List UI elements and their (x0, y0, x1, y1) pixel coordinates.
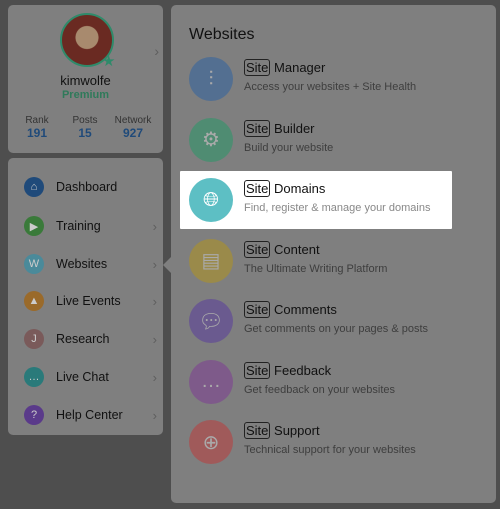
website-tool-feedback[interactable]: … Site Feedback Get feedback on your websi… (171, 353, 496, 411)
sidebar-item-research[interactable]: J Research › (8, 324, 163, 354)
tool-title: Site Builder (244, 119, 315, 137)
sidebar-item-training[interactable]: ▶ Training › (8, 211, 163, 241)
stat-posts: Posts 15 (72, 115, 98, 140)
stat-rank: Rank 191 (25, 115, 49, 140)
help-icon: ? (24, 405, 44, 425)
sidebar-item-label: Dashboard (56, 180, 118, 194)
chevron-right-icon: › (152, 218, 157, 234)
website-tool-manager[interactable]: ⫶ Site Manager Access your websites + Site… (171, 50, 496, 108)
document-icon: ▤ (189, 238, 233, 283)
sidebar-item-help-center[interactable]: ? Help Center › (8, 400, 163, 430)
profile-card[interactable]: ★ › kimwolfe Premium Rank 191 Posts 15 Net… (8, 5, 163, 153)
tool-title: Site Manager (244, 59, 326, 76)
tool-description: Access your websites + Site Health (244, 81, 417, 93)
tool-title: Site Support (244, 422, 320, 439)
site-logo-text: Site (244, 59, 271, 76)
sidebar-nav: ⌂ Dashboard ▶ Training › W Websites › ▲ Live Even… (8, 158, 163, 435)
website-tool-content[interactable]: ▤ Site Content The Ultimate Writing Platfo… (171, 232, 496, 290)
tool-description: Technical support for your websites (244, 444, 416, 456)
broadcast-icon: ▲ (24, 291, 44, 311)
tool-description: Get feedback on your websites (244, 383, 396, 396)
site-logo-text: Site (244, 301, 271, 318)
website-tool-comments[interactable]: 💬︎ Site Comments Get comments on your page… (171, 292, 496, 350)
site-logo-text: Site (244, 422, 271, 439)
home-icon: ⌂ (24, 177, 44, 197)
chat-icon: … (24, 367, 44, 387)
sliders-icon: ⫶ (189, 57, 233, 101)
site-logo-text: Site (244, 240, 271, 258)
tool-title: Site Content (244, 240, 320, 258)
menu-pointer (163, 257, 171, 273)
tool-description: Find, register & manage your domains (244, 202, 431, 214)
chevron-right-icon: › (152, 407, 157, 423)
sidebar-item-label: Help Center (56, 408, 123, 422)
tool-title: Site Feedback (244, 361, 332, 379)
website-tool-domains[interactable]: 🌐︎ Site Domains Find, register & manage yo… (180, 171, 452, 229)
panel-title: Websites (189, 26, 255, 43)
tool-description: Get comments on your pages & posts (244, 323, 429, 335)
sidebar-item-websites[interactable]: W Websites › (8, 249, 163, 279)
sidebar-item-label: Websites (56, 257, 108, 271)
sidebar-item-live-chat[interactable]: … Live Chat › (8, 362, 163, 392)
tool-description: Build your website (244, 141, 334, 154)
comments-icon: 💬︎ (189, 299, 233, 343)
research-icon: J (24, 329, 44, 349)
gear-icon: ⚙ (189, 117, 233, 162)
site-logo-text: Site (244, 180, 271, 197)
tool-title: Site Domains (244, 180, 326, 197)
tool-description: The Ultimate Writing Platform (244, 262, 388, 275)
website-tool-builder[interactable]: ⚙ Site Builder Build your website (171, 111, 496, 169)
globe-icon: 🌐︎ (189, 178, 233, 222)
site-logo-text: Site (244, 119, 271, 137)
membership-tier: Premium (61, 89, 110, 101)
feedback-icon: … (189, 359, 233, 404)
chevron-right-icon: › (152, 369, 157, 385)
play-icon: ▶ (24, 216, 44, 236)
sidebar-item-dashboard[interactable]: ⌂ Dashboard (8, 172, 163, 202)
sidebar-item-label: Live Events (56, 294, 121, 308)
sidebar-item-label: Live Chat (56, 370, 109, 384)
chevron-right-icon: › (152, 331, 157, 347)
chevron-right-icon: › (152, 293, 157, 309)
site-logo-text: Site (244, 361, 271, 379)
websites-panel: Websites ⫶ Site Manager Access your websit… (171, 5, 496, 503)
website-icon: W (24, 254, 44, 274)
sidebar-item-label: Training (56, 219, 101, 233)
sidebar-item-live-events[interactable]: ▲ Live Events › (8, 286, 163, 316)
website-tool-support[interactable]: ⊕ Site Support Technical support for your … (171, 413, 496, 471)
star-icon: ★ (102, 53, 116, 70)
lifebuoy-icon: ⊕ (189, 420, 233, 464)
username: kimwolfe (60, 73, 111, 88)
stat-network: Network 927 (114, 115, 152, 140)
sidebar-item-label: Research (56, 332, 110, 346)
chevron-right-icon[interactable]: › (154, 43, 159, 59)
chevron-right-icon: › (152, 256, 157, 272)
tool-title: Site Comments (244, 301, 337, 318)
